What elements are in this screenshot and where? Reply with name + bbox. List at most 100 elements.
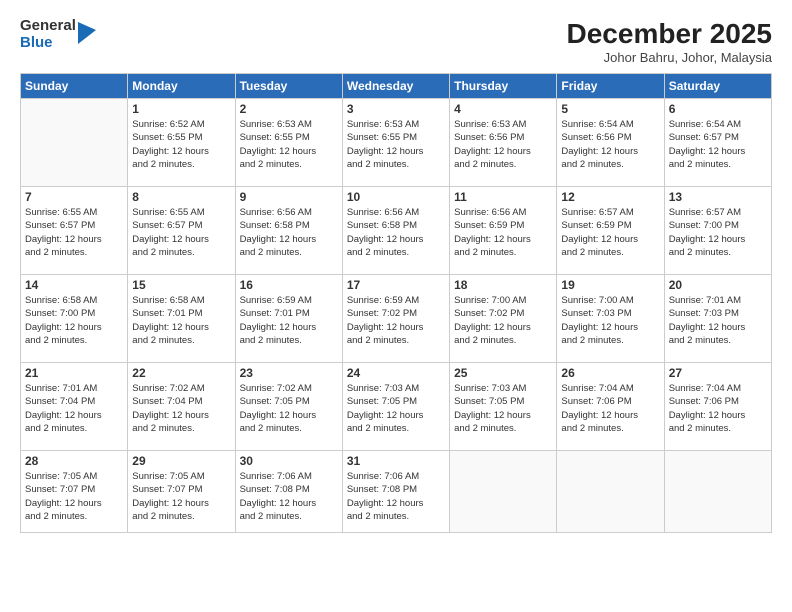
day-info: Sunrise: 6:56 AM Sunset: 6:58 PM Dayligh… bbox=[347, 206, 445, 259]
col-tuesday: Tuesday bbox=[235, 74, 342, 99]
month-title: December 2025 bbox=[567, 18, 772, 50]
calendar-header-row: Sunday Monday Tuesday Wednesday Thursday… bbox=[21, 74, 772, 99]
table-row: 21 Sunrise: 7:01 AM Sunset: 7:04 PM Dayli… bbox=[21, 363, 128, 451]
table-row: 9Sunrise: 6:56 AM Sunset: 6:58 PM Daylig… bbox=[235, 187, 342, 275]
day-info: Sunrise: 6:59 AM Sunset: 7:01 PM Dayligh… bbox=[240, 294, 338, 347]
day-number: 1 bbox=[132, 102, 230, 116]
day-info: Sunrise: 6:55 AM Sunset: 6:57 PM Dayligh… bbox=[132, 206, 230, 259]
table-row: 8 Sunrise: 6:55 AM Sunset: 6:57 PM Daylig… bbox=[128, 187, 235, 275]
day-info: Sunrise: 7:05 AM Sunset: 7:07 PM Dayligh… bbox=[25, 470, 123, 523]
table-row: 12 Sunrise: 6:57 AM Sunset: 6:59 PM Dayli… bbox=[557, 187, 664, 275]
day-info: Sunrise: 7:05 AM Sunset: 7:07 PM Dayligh… bbox=[132, 470, 230, 523]
location: Johor Bahru, Johor, Malaysia bbox=[567, 50, 772, 65]
table-row: 11 Sunrise: 6:56 AM Sunset: 6:59 PM Dayli… bbox=[450, 187, 557, 275]
day-info: Sunrise: 7:03 AM Sunset: 7:05 PM Dayligh… bbox=[454, 382, 552, 435]
day-info: Sunrise: 7:00 AM Sunset: 7:02 PM Dayligh… bbox=[454, 294, 552, 347]
table-row: 22 Sunrise: 7:02 AM Sunset: 7:04 PM Dayli… bbox=[128, 363, 235, 451]
day-number: 13 bbox=[669, 190, 767, 204]
day-number: 22 bbox=[132, 366, 230, 380]
day-number: 8 bbox=[132, 190, 230, 204]
logo-text: General Blue bbox=[20, 18, 76, 51]
table-row: 30Sunrise: 7:06 AM Sunset: 7:08 PM Dayli… bbox=[235, 451, 342, 533]
day-number: 11 bbox=[454, 190, 552, 204]
table-row: 28 Sunrise: 7:05 AM Sunset: 7:07 PM Dayli… bbox=[21, 451, 128, 533]
day-info: Sunrise: 7:01 AM Sunset: 7:04 PM Dayligh… bbox=[25, 382, 123, 435]
page: General Blue December 2025 Johor Bahru, … bbox=[0, 0, 792, 612]
day-number: 24 bbox=[347, 366, 445, 380]
col-monday: Monday bbox=[128, 74, 235, 99]
day-number: 12 bbox=[561, 190, 659, 204]
day-info: Sunrise: 6:58 AM Sunset: 7:00 PM Dayligh… bbox=[25, 294, 123, 347]
table-row bbox=[557, 451, 664, 533]
day-number: 29 bbox=[132, 454, 230, 468]
table-row: 31Sunrise: 7:06 AM Sunset: 7:08 PM Dayli… bbox=[342, 451, 449, 533]
day-info: Sunrise: 7:02 AM Sunset: 7:04 PM Dayligh… bbox=[132, 382, 230, 435]
day-number: 3 bbox=[347, 102, 445, 116]
day-info: Sunrise: 6:59 AM Sunset: 7:02 PM Dayligh… bbox=[347, 294, 445, 347]
day-info: Sunrise: 6:54 AM Sunset: 6:56 PM Dayligh… bbox=[561, 118, 659, 171]
col-saturday: Saturday bbox=[664, 74, 771, 99]
day-info: Sunrise: 6:57 AM Sunset: 6:59 PM Dayligh… bbox=[561, 206, 659, 259]
col-thursday: Thursday bbox=[450, 74, 557, 99]
table-row: 1 Sunrise: 6:52 AM Sunset: 6:55 PM Daylig… bbox=[128, 99, 235, 187]
table-row: 25 Sunrise: 7:03 AM Sunset: 7:05 PM Dayli… bbox=[450, 363, 557, 451]
day-info: Sunrise: 7:06 AM Sunset: 7:08 PM Dayligh… bbox=[240, 470, 338, 523]
header: General Blue December 2025 Johor Bahru, … bbox=[20, 18, 772, 65]
day-number: 28 bbox=[25, 454, 123, 468]
day-info: Sunrise: 7:02 AM Sunset: 7:05 PM Dayligh… bbox=[240, 382, 338, 435]
day-number: 14 bbox=[25, 278, 123, 292]
table-row bbox=[664, 451, 771, 533]
table-row: 13 Sunrise: 6:57 AM Sunset: 7:00 PM Dayli… bbox=[664, 187, 771, 275]
day-number: 25 bbox=[454, 366, 552, 380]
day-number: 19 bbox=[561, 278, 659, 292]
day-info: Sunrise: 6:53 AM Sunset: 6:55 PM Dayligh… bbox=[240, 118, 338, 171]
day-info: Sunrise: 6:53 AM Sunset: 6:55 PM Dayligh… bbox=[347, 118, 445, 171]
table-row: 27Sunrise: 7:04 AM Sunset: 7:06 PM Dayli… bbox=[664, 363, 771, 451]
table-row: 14 Sunrise: 6:58 AM Sunset: 7:00 PM Dayli… bbox=[21, 275, 128, 363]
day-info: Sunrise: 6:54 AM Sunset: 6:57 PM Dayligh… bbox=[669, 118, 767, 171]
logo-blue: Blue bbox=[20, 35, 76, 52]
day-number: 10 bbox=[347, 190, 445, 204]
day-number: 17 bbox=[347, 278, 445, 292]
table-row: 15 Sunrise: 6:58 AM Sunset: 7:01 PM Dayli… bbox=[128, 275, 235, 363]
day-info: Sunrise: 6:52 AM Sunset: 6:55 PM Dayligh… bbox=[132, 118, 230, 171]
day-number: 9 bbox=[240, 190, 338, 204]
day-number: 15 bbox=[132, 278, 230, 292]
logo-icon bbox=[78, 22, 96, 44]
day-info: Sunrise: 6:58 AM Sunset: 7:01 PM Dayligh… bbox=[132, 294, 230, 347]
day-number: 18 bbox=[454, 278, 552, 292]
col-sunday: Sunday bbox=[21, 74, 128, 99]
logo: General Blue bbox=[20, 18, 96, 51]
day-number: 23 bbox=[240, 366, 338, 380]
day-info: Sunrise: 7:04 AM Sunset: 7:06 PM Dayligh… bbox=[669, 382, 767, 435]
table-row: 2 Sunrise: 6:53 AM Sunset: 6:55 PM Daylig… bbox=[235, 99, 342, 187]
logo-general: General bbox=[20, 18, 76, 35]
day-info: Sunrise: 7:04 AM Sunset: 7:06 PM Dayligh… bbox=[561, 382, 659, 435]
day-info: Sunrise: 7:00 AM Sunset: 7:03 PM Dayligh… bbox=[561, 294, 659, 347]
table-row: 29 Sunrise: 7:05 AM Sunset: 7:07 PM Dayli… bbox=[128, 451, 235, 533]
table-row bbox=[450, 451, 557, 533]
day-info: Sunrise: 6:56 AM Sunset: 6:59 PM Dayligh… bbox=[454, 206, 552, 259]
col-wednesday: Wednesday bbox=[342, 74, 449, 99]
day-number: 4 bbox=[454, 102, 552, 116]
table-row: 3 Sunrise: 6:53 AM Sunset: 6:55 PM Daylig… bbox=[342, 99, 449, 187]
table-row: 20Sunrise: 7:01 AM Sunset: 7:03 PM Dayli… bbox=[664, 275, 771, 363]
table-row bbox=[21, 99, 128, 187]
table-row: 23 Sunrise: 7:02 AM Sunset: 7:05 PM Dayli… bbox=[235, 363, 342, 451]
day-number: 20 bbox=[669, 278, 767, 292]
col-friday: Friday bbox=[557, 74, 664, 99]
table-row: 5Sunrise: 6:54 AM Sunset: 6:56 PM Daylig… bbox=[557, 99, 664, 187]
day-number: 21 bbox=[25, 366, 123, 380]
day-number: 16 bbox=[240, 278, 338, 292]
table-row: 16 Sunrise: 6:59 AM Sunset: 7:01 PM Dayli… bbox=[235, 275, 342, 363]
table-row: 7Sunrise: 6:55 AM Sunset: 6:57 PM Daylig… bbox=[21, 187, 128, 275]
table-row: 19 Sunrise: 7:00 AM Sunset: 7:03 PM Dayli… bbox=[557, 275, 664, 363]
day-info: Sunrise: 6:53 AM Sunset: 6:56 PM Dayligh… bbox=[454, 118, 552, 171]
table-row: 26 Sunrise: 7:04 AM Sunset: 7:06 PM Dayli… bbox=[557, 363, 664, 451]
day-number: 6 bbox=[669, 102, 767, 116]
day-info: Sunrise: 7:06 AM Sunset: 7:08 PM Dayligh… bbox=[347, 470, 445, 523]
day-info: Sunrise: 6:57 AM Sunset: 7:00 PM Dayligh… bbox=[669, 206, 767, 259]
table-row: 4 Sunrise: 6:53 AM Sunset: 6:56 PM Daylig… bbox=[450, 99, 557, 187]
day-number: 2 bbox=[240, 102, 338, 116]
day-number: 26 bbox=[561, 366, 659, 380]
